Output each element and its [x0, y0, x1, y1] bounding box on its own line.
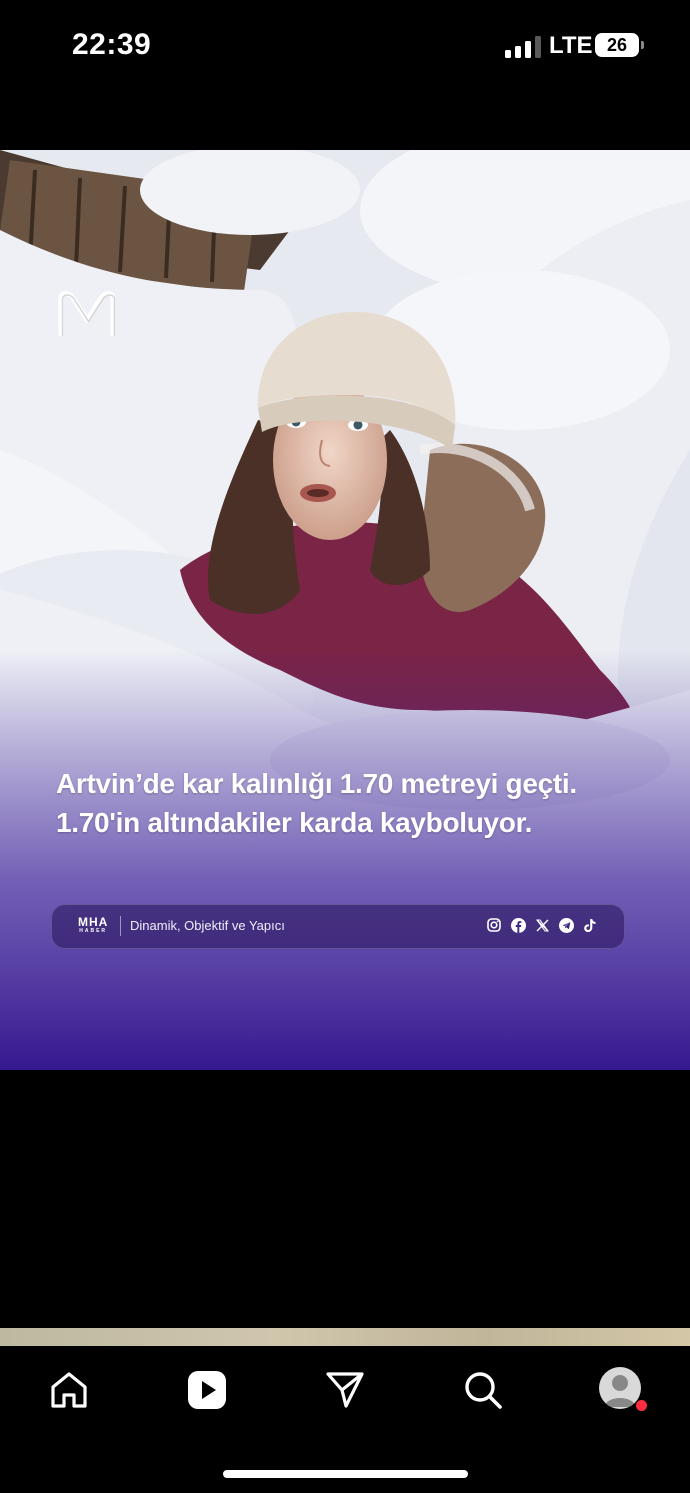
status-time: 22:39 [72, 28, 152, 61]
brand-subtitle: HABER [79, 928, 108, 934]
notification-dot [635, 1399, 648, 1412]
network-type: LTE [549, 32, 593, 59]
brand-tagline: Dinamik, Objektif ve Yapıcı [130, 918, 285, 933]
battery-nub [641, 41, 644, 49]
banner-divider [120, 916, 121, 936]
next-post-preview[interactable] [0, 1328, 690, 1346]
home-indicator [223, 1470, 468, 1478]
channel-logo-icon [58, 291, 116, 337]
bottom-tab-bar [0, 1346, 690, 1493]
headline-line-2: 1.70'in altındakiler karda kayboluyor. [56, 807, 533, 838]
social-icons [486, 917, 598, 933]
post-headline: Artvin’de kar kalınlığı 1.70 metreyi geç… [56, 764, 656, 842]
brand-name: MHA [78, 915, 109, 929]
facebook-icon [510, 917, 526, 933]
brand-banner: MHA HABER Dinamik, Objektif ve Yapıcı [51, 904, 625, 949]
tiktok-icon [582, 917, 598, 933]
telegram-icon [558, 917, 574, 933]
cellular-signal-icon [505, 34, 541, 58]
reels-icon[interactable] [185, 1368, 229, 1412]
status-bar: 22:39 LTE 26 [0, 0, 690, 92]
battery-icon: 26 [595, 33, 639, 57]
instagram-icon [486, 917, 502, 933]
send-icon[interactable] [323, 1368, 367, 1412]
headline-line-1: Artvin’de kar kalınlığı 1.70 metreyi geç… [56, 768, 577, 799]
search-icon[interactable] [461, 1368, 505, 1412]
post-image[interactable]: Artvin’de kar kalınlığı 1.70 metreyi geç… [0, 150, 690, 1070]
x-icon [534, 917, 550, 933]
brand-logo: MHA HABER [78, 915, 108, 934]
home-icon[interactable] [47, 1368, 91, 1412]
